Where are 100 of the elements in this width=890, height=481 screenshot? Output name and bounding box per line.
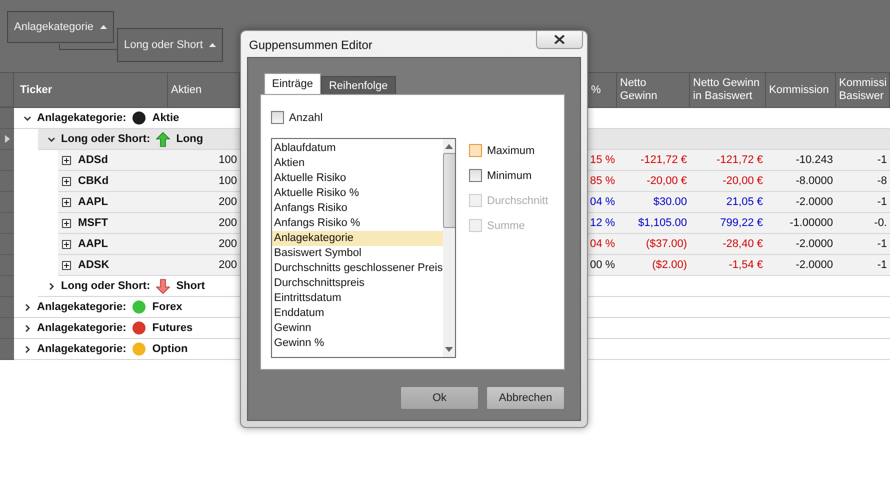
group-value: Futures <box>152 322 193 334</box>
table-cell: 200 <box>218 217 237 229</box>
group-label: Anlagekategorie: <box>37 322 126 334</box>
table-cell: -10.243 <box>796 154 833 166</box>
table-cell: ($37.00) <box>646 238 687 250</box>
table-cell: -1 <box>877 238 887 250</box>
row-indicator-icon <box>4 135 10 143</box>
dialog-button[interactable]: Ok <box>400 386 479 410</box>
column-header[interactable]: Kommissi Basiswer <box>839 77 887 103</box>
table-cell: 200 <box>218 238 237 250</box>
checkbox[interactable] <box>271 111 284 124</box>
tab[interactable]: Reihenfolge <box>320 76 396 94</box>
group-value: Short <box>176 280 205 292</box>
caret-up-icon <box>208 43 216 47</box>
column-header[interactable]: Netto Gewinn <box>620 77 686 103</box>
chevron-icon[interactable] <box>48 282 55 290</box>
list-item[interactable]: Eintrittsdatum <box>272 291 443 306</box>
ticker-cell: AAPL <box>78 238 108 250</box>
table-cell: $30.00 <box>653 196 687 208</box>
column-header[interactable]: Aktien <box>171 84 202 96</box>
list-item[interactable]: Durchschnittspreis <box>272 276 443 291</box>
group-value: Long <box>176 133 204 145</box>
dialog-button[interactable]: Abbrechen <box>486 386 565 410</box>
scroll-down-icon[interactable] <box>445 347 454 352</box>
table-cell: 12 % <box>590 217 616 229</box>
checkbox-label: Durchschnitt <box>487 194 548 206</box>
table-cell: 15 % <box>590 154 616 166</box>
table-cell: $1,105.00 <box>638 217 687 229</box>
table-cell: -121,72 € <box>640 154 687 166</box>
table-cell: -8 <box>877 175 887 187</box>
table-cell: -20,00 € <box>722 175 763 187</box>
table-cell: 100 <box>218 154 237 166</box>
list-item[interactable]: Anfangs Risiko % <box>272 216 443 231</box>
ticker-cell: MSFT <box>78 217 108 229</box>
table-cell: -1.00000 <box>790 217 833 229</box>
checkbox-label: Maximum <box>487 144 535 156</box>
tab[interactable]: Einträge <box>264 73 321 94</box>
chevron-icon[interactable] <box>24 324 31 332</box>
table-cell: 04 % <box>590 196 616 208</box>
list-item[interactable]: Gewinn % <box>272 336 443 351</box>
group-value: Forex <box>152 301 182 313</box>
group-value: Option <box>152 343 188 355</box>
row-selector[interactable] <box>0 129 14 150</box>
expand-plus-icon[interactable] <box>62 240 71 248</box>
group-chip[interactable]: Anlagekategorie <box>7 11 114 43</box>
list-item[interactable]: Basiswert Symbol <box>272 246 443 261</box>
group-chip[interactable]: Long oder Short <box>117 28 223 62</box>
group-value: Aktie <box>152 112 180 124</box>
checkbox[interactable] <box>469 169 482 182</box>
expand-plus-icon[interactable] <box>62 218 71 228</box>
ticker-cell: CBKd <box>78 175 109 187</box>
close-button[interactable] <box>536 31 583 49</box>
list-item[interactable]: Gewinn <box>272 321 443 336</box>
group-label: Anlagekategorie: <box>37 301 126 313</box>
table-cell: -20,00 € <box>646 175 687 187</box>
scrollbar[interactable] <box>442 139 455 357</box>
arrow-down-icon <box>156 278 170 294</box>
list-item[interactable]: Aktien <box>272 156 443 171</box>
list-item[interactable]: Anlagekategorie <box>272 231 443 246</box>
expand-plus-icon[interactable] <box>62 198 71 206</box>
connector-line <box>59 44 118 50</box>
dialog-title: Guppensummen Editor <box>249 38 372 52</box>
group-label: Anlagekategorie: <box>37 343 126 355</box>
expand-plus-icon[interactable] <box>62 260 71 270</box>
list-item[interactable]: Aktuelle Risiko % <box>272 186 443 201</box>
table-cell: 200 <box>218 196 237 208</box>
chevron-icon[interactable] <box>24 346 31 352</box>
ticker-cell: ADSK <box>78 259 110 271</box>
checkbox-label: Summe <box>487 220 525 232</box>
table-cell: 200 <box>218 259 237 271</box>
group-label: Anlagekategorie: <box>37 112 126 124</box>
list-item[interactable]: Durchschnitts geschlossener Preis <box>272 261 443 276</box>
expand-plus-icon[interactable] <box>62 156 71 164</box>
expand-plus-icon[interactable] <box>62 176 71 186</box>
chevron-icon[interactable] <box>48 136 55 142</box>
scrollbar-thumb[interactable] <box>442 153 455 228</box>
chevron-icon[interactable] <box>24 114 31 122</box>
list-item[interactable]: Aktuelle Risiko <box>272 171 443 186</box>
column-header[interactable]: Kommission <box>769 84 829 96</box>
table-cell: -1 <box>877 154 887 166</box>
table-cell: 21,05 € <box>726 196 763 208</box>
column-header[interactable]: Netto Gewinn in Basiswert <box>693 77 762 103</box>
table-cell: ($2.00) <box>652 259 687 271</box>
checkbox-label: Minimum <box>487 170 532 182</box>
column-header[interactable]: Ticker <box>20 84 52 96</box>
table-cell: 00 % <box>590 259 616 271</box>
list-item[interactable]: Anfangs Risiko <box>272 201 443 216</box>
ticker-cell: ADSd <box>78 154 108 166</box>
table-cell: -1,54 € <box>728 259 763 271</box>
table-cell: -0. <box>874 217 887 229</box>
table-cell: 799,22 € <box>720 217 763 229</box>
list-item[interactable]: Enddatum <box>272 306 443 321</box>
close-icon <box>554 35 565 44</box>
chevron-icon[interactable] <box>24 304 31 310</box>
checkbox-label: Anzahl <box>289 112 323 124</box>
checkbox[interactable] <box>469 144 482 157</box>
table-cell: 04 % <box>590 238 616 250</box>
column-header[interactable]: % <box>591 84 601 96</box>
list-item[interactable]: Ablaufdatum <box>272 141 443 156</box>
scroll-up-icon[interactable] <box>445 144 454 149</box>
